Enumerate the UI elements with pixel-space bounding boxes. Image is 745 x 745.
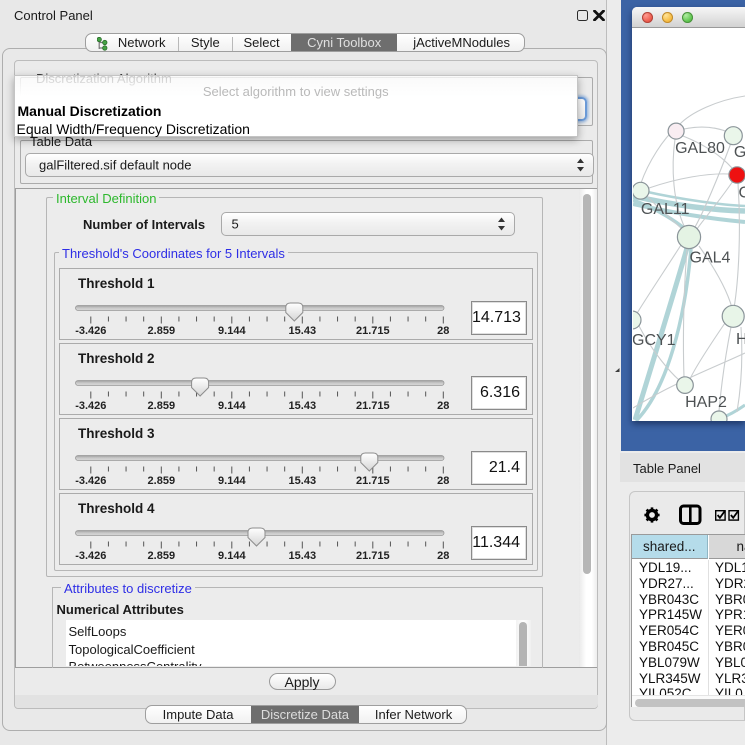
svg-text:28: 28 [437, 475, 449, 487]
svg-text:28: 28 [437, 400, 449, 412]
svg-text:28: 28 [437, 550, 449, 562]
svg-text:-3.426: -3.426 [75, 325, 106, 337]
svg-text:CD: CD [739, 185, 745, 202]
svg-text:-3.426: -3.426 [75, 550, 106, 562]
svg-text:GAL2: GAL2 [734, 144, 745, 161]
svg-text:2.859: 2.859 [148, 550, 176, 562]
svg-text:-3.426: -3.426 [75, 475, 106, 487]
svg-text:9.144: 9.144 [218, 325, 246, 337]
svg-text:-3.426: -3.426 [75, 400, 106, 412]
svg-text:9.144: 9.144 [218, 400, 246, 412]
svg-text:15.43: 15.43 [289, 475, 317, 487]
svg-text:GAL4: GAL4 [690, 250, 731, 267]
svg-text:21.715: 21.715 [356, 400, 390, 412]
svg-text:GCY1: GCY1 [633, 332, 676, 349]
svg-text:15.43: 15.43 [289, 550, 317, 562]
svg-text:2.859: 2.859 [148, 325, 176, 337]
svg-text:9.144: 9.144 [218, 550, 246, 562]
svg-text:21.715: 21.715 [356, 550, 390, 562]
svg-text:GAL11: GAL11 [641, 201, 690, 218]
svg-text:15.43: 15.43 [289, 325, 317, 337]
svg-text:HAP2: HAP2 [685, 394, 727, 411]
svg-text:15.43: 15.43 [289, 400, 317, 412]
svg-text:HIS: HIS [736, 331, 745, 348]
svg-text:21.715: 21.715 [356, 475, 390, 487]
svg-text:9.144: 9.144 [218, 475, 246, 487]
svg-text:2.859: 2.859 [148, 400, 176, 412]
svg-text:28: 28 [437, 325, 449, 337]
svg-text:2.859: 2.859 [148, 475, 176, 487]
svg-text:21.715: 21.715 [356, 325, 390, 337]
svg-text:GAL80: GAL80 [675, 140, 725, 157]
